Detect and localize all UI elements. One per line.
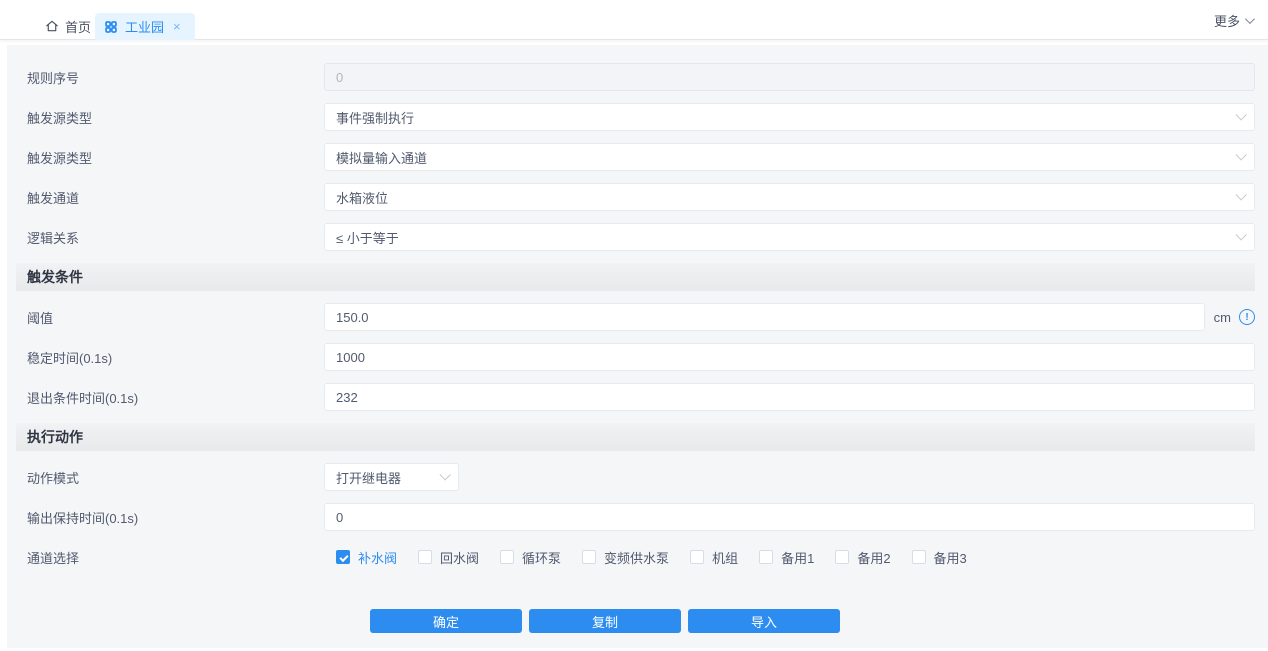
checkbox-label: 备用2 [857, 548, 890, 567]
checkbox-channel-7[interactable]: 备用2 [835, 548, 890, 567]
threshold-unit: cm [1214, 310, 1231, 325]
form-row-rule-number: 规则序号 [27, 57, 1255, 97]
checkbox-label: 备用1 [781, 548, 814, 567]
trigger-channel-select[interactable]: 水箱液位 [324, 183, 1255, 211]
trigger-source-type-select[interactable]: 事件强制执行 [324, 103, 1255, 131]
field-label: 逻辑关系 [27, 228, 324, 247]
grid-icon [104, 20, 118, 34]
field-label: 通道选择 [27, 548, 324, 567]
copy-button[interactable]: 复制 [529, 609, 681, 633]
exit-time-input[interactable] [324, 383, 1255, 411]
rule-number-input[interactable] [324, 63, 1255, 91]
checkbox-label: 补水阀 [358, 548, 397, 567]
confirm-button[interactable]: 确定 [370, 609, 522, 633]
action-mode-select[interactable]: 打开继电器 [324, 463, 459, 491]
section-trigger-condition: 触发条件 [16, 263, 1255, 291]
checkbox-label: 循环泵 [522, 548, 561, 567]
form-row-hold-time: 输出保持时间(0.1s) [27, 497, 1255, 537]
checkbox-channel-3[interactable]: 循环泵 [500, 548, 561, 567]
field-label: 触发通道 [27, 188, 324, 207]
select-value: 模拟量输入通道 [336, 148, 427, 167]
checkbox-icon [336, 550, 350, 564]
checkbox-channel-1[interactable]: 补水阀 [336, 548, 397, 567]
select-value: 事件强制执行 [336, 108, 414, 127]
checkbox-channel-2[interactable]: 回水阀 [418, 548, 479, 567]
field-label: 触发源类型 [27, 148, 324, 167]
checkbox-channel-6[interactable]: 备用1 [759, 548, 814, 567]
more-button[interactable]: 更多 [1214, 0, 1252, 40]
field-label: 阈值 [27, 308, 324, 327]
field-label: 稳定时间(0.1s) [27, 348, 324, 367]
select-value: ≤ 小于等于 [336, 228, 399, 247]
chevron-down-icon [1235, 109, 1246, 120]
section-title: 触发条件 [27, 267, 83, 287]
checkbox-label: 变频供水泵 [604, 548, 669, 567]
tab-close-icon[interactable]: × [171, 18, 183, 35]
hold-time-input[interactable] [324, 503, 1255, 531]
chevron-down-icon [1245, 14, 1255, 24]
checkbox-icon [759, 550, 773, 564]
checkbox-icon [418, 550, 432, 564]
select-value: 水箱液位 [336, 188, 388, 207]
form-row-trigger-channel: 触发通道 水箱液位 [27, 177, 1255, 217]
chevron-down-icon [1235, 189, 1246, 200]
import-button[interactable]: 导入 [688, 609, 840, 633]
channel-checkbox-group: 补水阀 回水阀 循环泵 变频供水泵 机组 [324, 548, 967, 567]
trigger-source-channel-type-select[interactable]: 模拟量输入通道 [324, 143, 1255, 171]
checkbox-channel-4[interactable]: 变频供水泵 [582, 548, 669, 567]
chevron-down-icon [1235, 229, 1246, 240]
button-row: 确定 复制 导入 [370, 609, 1255, 633]
form-row-trigger-source-type-2: 触发源类型 模拟量输入通道 [27, 137, 1255, 177]
checkbox-channel-8[interactable]: 备用3 [912, 548, 967, 567]
checkbox-label: 备用3 [934, 548, 967, 567]
field-label: 触发源类型 [27, 108, 324, 127]
checkbox-label: 机组 [712, 548, 738, 567]
field-label: 动作模式 [27, 468, 324, 487]
checkbox-icon [690, 550, 704, 564]
tab-industrial-park-label: 工业园 [125, 17, 164, 36]
info-icon[interactable]: ! [1239, 309, 1255, 325]
field-label: 输出保持时间(0.1s) [27, 508, 324, 527]
form-row-stable-time: 稳定时间(0.1s) [27, 337, 1255, 377]
checkbox-icon [912, 550, 926, 564]
chevron-down-icon [1235, 149, 1246, 160]
field-label: 规则序号 [27, 68, 324, 87]
tab-bar: 首页 工业园 × 更多 [0, 0, 1268, 40]
checkbox-label: 回水阀 [440, 548, 479, 567]
section-title: 执行动作 [27, 427, 83, 447]
checkbox-icon [582, 550, 596, 564]
form-row-trigger-source-type-1: 触发源类型 事件强制执行 [27, 97, 1255, 137]
chevron-down-icon [439, 469, 450, 480]
form-row-threshold: 阈值 cm ! [27, 297, 1255, 337]
tab-home[interactable]: 首页 [45, 13, 91, 39]
select-value: 打开继电器 [336, 468, 401, 487]
form-row-exit-time: 退出条件时间(0.1s) [27, 377, 1255, 417]
tab-industrial-park[interactable]: 工业园 × [95, 13, 195, 40]
checkbox-icon [500, 550, 514, 564]
form-row-channel-select: 通道选择 补水阀 回水阀 循环泵 变频供水泵 [27, 537, 1255, 577]
section-action: 执行动作 [16, 423, 1255, 451]
checkbox-channel-5[interactable]: 机组 [690, 548, 738, 567]
home-icon [45, 19, 59, 33]
logic-relation-select[interactable]: ≤ 小于等于 [324, 223, 1255, 251]
form-row-action-mode: 动作模式 打开继电器 [27, 457, 1255, 497]
tab-home-label: 首页 [65, 17, 91, 36]
rule-form-panel: 规则序号 触发源类型 事件强制执行 触发源类型 模拟量输入通道 触发通道 水箱液… [7, 45, 1268, 648]
more-label: 更多 [1214, 11, 1240, 30]
form-row-logic-relation: 逻辑关系 ≤ 小于等于 [27, 217, 1255, 257]
field-label: 退出条件时间(0.1s) [27, 388, 324, 407]
stable-time-input[interactable] [324, 343, 1255, 371]
checkbox-icon [835, 550, 849, 564]
threshold-input[interactable] [324, 303, 1205, 331]
